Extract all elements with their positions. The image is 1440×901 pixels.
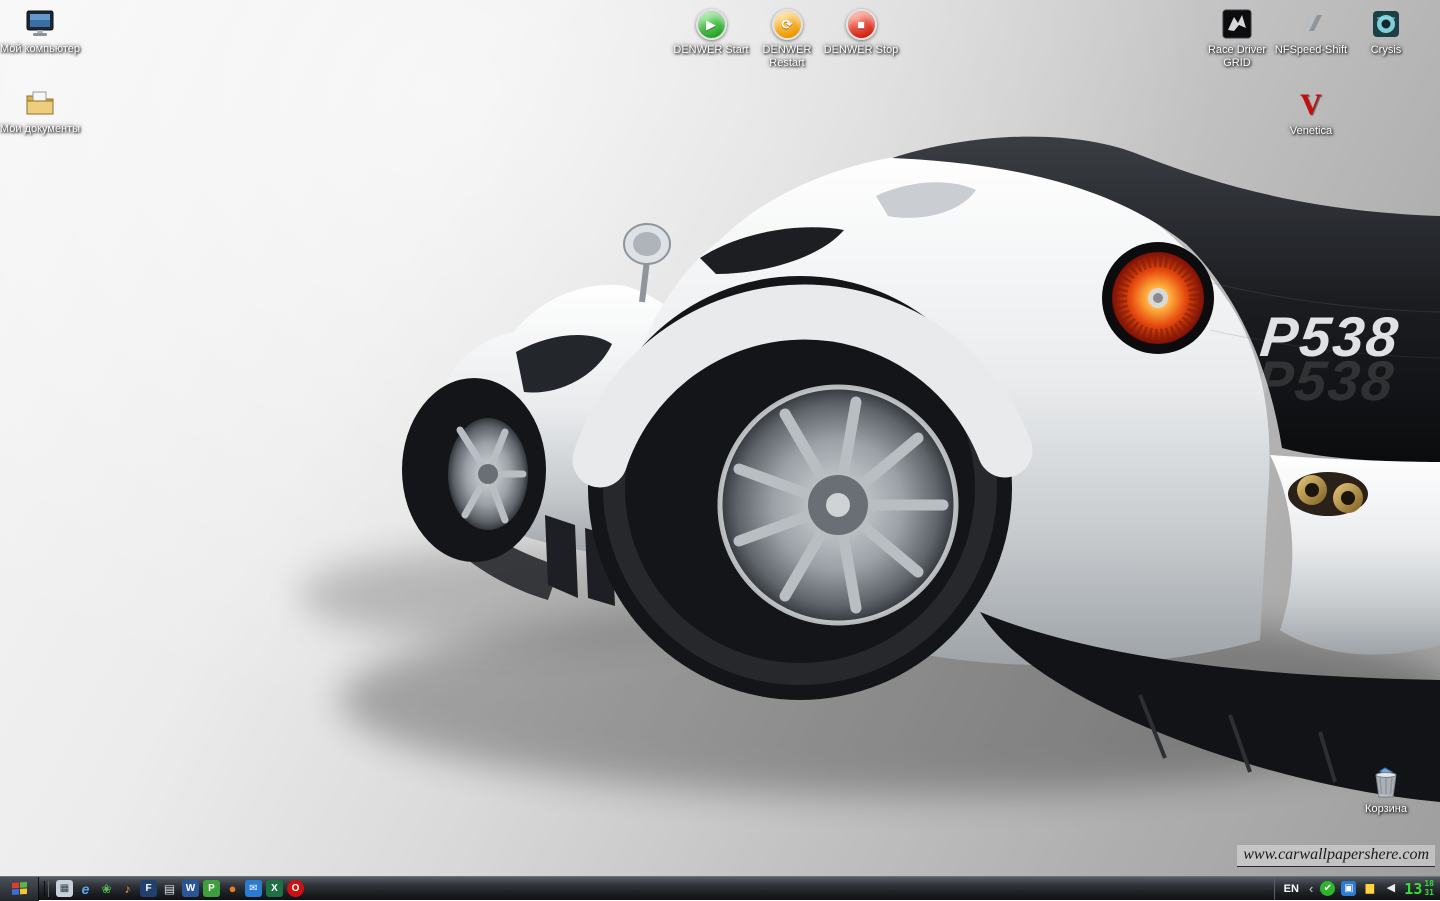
desktop-icon-denwer-start[interactable]: ▶ DENWER Start: [669, 7, 753, 57]
winamp-icon[interactable]: ♪: [119, 880, 136, 897]
taskbar-clock[interactable]: 13 18 31: [1404, 880, 1434, 898]
messenger-icon[interactable]: ✉: [245, 880, 262, 897]
monitor-icon[interactable]: ▣: [1341, 881, 1356, 896]
far-manager-icon[interactable]: F: [140, 880, 157, 897]
my-documents-icon: [23, 86, 57, 120]
taskbar-empty-area[interactable]: [306, 877, 1274, 900]
word-icon[interactable]: W: [182, 880, 199, 897]
system-tray: EN ‹ ✔ ▣ ▆ ◀ 13 18 31: [1274, 877, 1440, 900]
wallpaper-car: P538 P538: [0, 0, 1440, 900]
chevron-left-icon[interactable]: ‹: [1308, 882, 1314, 895]
desktop-icon-label: NFSpeed-Shift: [1275, 44, 1347, 57]
browser-icon[interactable]: ●: [224, 880, 241, 897]
quick-launch-bar: ▦ e ❀ ♪ F ▤ W P ● ✉ X O: [54, 880, 306, 897]
punto-switcher-icon[interactable]: P: [203, 880, 220, 897]
denwer-stop-icon: ■: [844, 7, 878, 41]
chart-icon[interactable]: ▆: [1362, 881, 1377, 896]
car-badge-reflection: P538: [1253, 349, 1398, 412]
clock-minute-second: 18 31: [1424, 880, 1434, 898]
notepad-icon[interactable]: ▤: [161, 880, 178, 897]
internet-explorer-icon[interactable]: e: [77, 880, 94, 897]
car-badge: P538: [1257, 305, 1402, 368]
media-player-icon[interactable]: ❀: [98, 880, 115, 897]
denwer-restart-icon: ⟳: [770, 7, 804, 41]
desktop-icon-label: Race Driver GRID: [1195, 44, 1279, 70]
venetica-icon: V: [1294, 88, 1328, 122]
desktop-icon-label: DENWER Start: [673, 44, 748, 57]
excel-icon[interactable]: X: [266, 880, 283, 897]
start-button[interactable]: [0, 877, 39, 901]
desktop-icon-my-documents[interactable]: Мои документы: [0, 86, 82, 136]
race-driver-grid-icon: [1220, 7, 1254, 41]
desktop-icon-my-computer[interactable]: Мой компьютер: [0, 6, 82, 56]
desktop-icon-denwer-stop[interactable]: ■ DENWER Stop: [819, 7, 903, 57]
desktop-icon-crysis[interactable]: Crysis: [1344, 7, 1428, 57]
desktop-icon-label: DENWER Restart: [745, 44, 829, 70]
venetica-v-glyph: V: [1300, 90, 1322, 120]
desktop-icon-label: Crysis: [1371, 44, 1402, 57]
desktop-icon-label: Venetica: [1290, 125, 1332, 138]
desktop-icon-label: Мои документы: [0, 123, 80, 136]
desktop-icon-label: Мой компьютер: [0, 43, 80, 56]
stop-icon: ■: [857, 18, 865, 31]
play-icon: ▶: [706, 18, 716, 31]
crysis-icon: [1369, 7, 1403, 41]
antivirus-icon[interactable]: ✔: [1320, 881, 1335, 896]
desktop-icon-label: DENWER Stop: [824, 44, 899, 57]
my-computer-icon: [23, 6, 57, 40]
denwer-start-icon: ▶: [694, 7, 728, 41]
clock-second: 31: [1424, 889, 1434, 898]
desktop-icon-denwer-restart[interactable]: ⟳ DENWER Restart: [745, 7, 829, 70]
quick-launch-divider: [44, 881, 49, 897]
language-indicator[interactable]: EN: [1281, 882, 1302, 896]
nfspeed-shift-icon: [1294, 7, 1328, 41]
show-desktop-icon[interactable]: ▦: [56, 880, 73, 897]
windows-logo-icon: [11, 881, 28, 896]
desktop-icon-venetica[interactable]: V Venetica: [1269, 88, 1353, 138]
volume-icon[interactable]: ◀: [1383, 881, 1398, 896]
wallpaper-watermark: www.carwallpapershere.com: [1237, 845, 1435, 867]
desktop[interactable]: P538 P538 Мой компьютер: [0, 0, 1440, 900]
desktop-icon-label: Корзина: [1365, 803, 1407, 816]
taskbar[interactable]: ▦ e ❀ ♪ F ▤ W P ● ✉ X O EN ‹ ✔ ▣ ▆ ◀ 13 …: [0, 876, 1440, 900]
desktop-icon-nfspeed-shift[interactable]: NFSpeed-Shift: [1269, 7, 1353, 57]
restart-icon: ⟳: [782, 18, 793, 31]
recycle-bin-icon: [1369, 766, 1403, 800]
desktop-icon-recycle-bin[interactable]: Корзина: [1344, 766, 1428, 816]
desktop-icon-race-driver-grid[interactable]: Race Driver GRID: [1195, 7, 1279, 70]
opera-icon[interactable]: O: [287, 880, 304, 897]
clock-hour: 13: [1404, 880, 1422, 898]
